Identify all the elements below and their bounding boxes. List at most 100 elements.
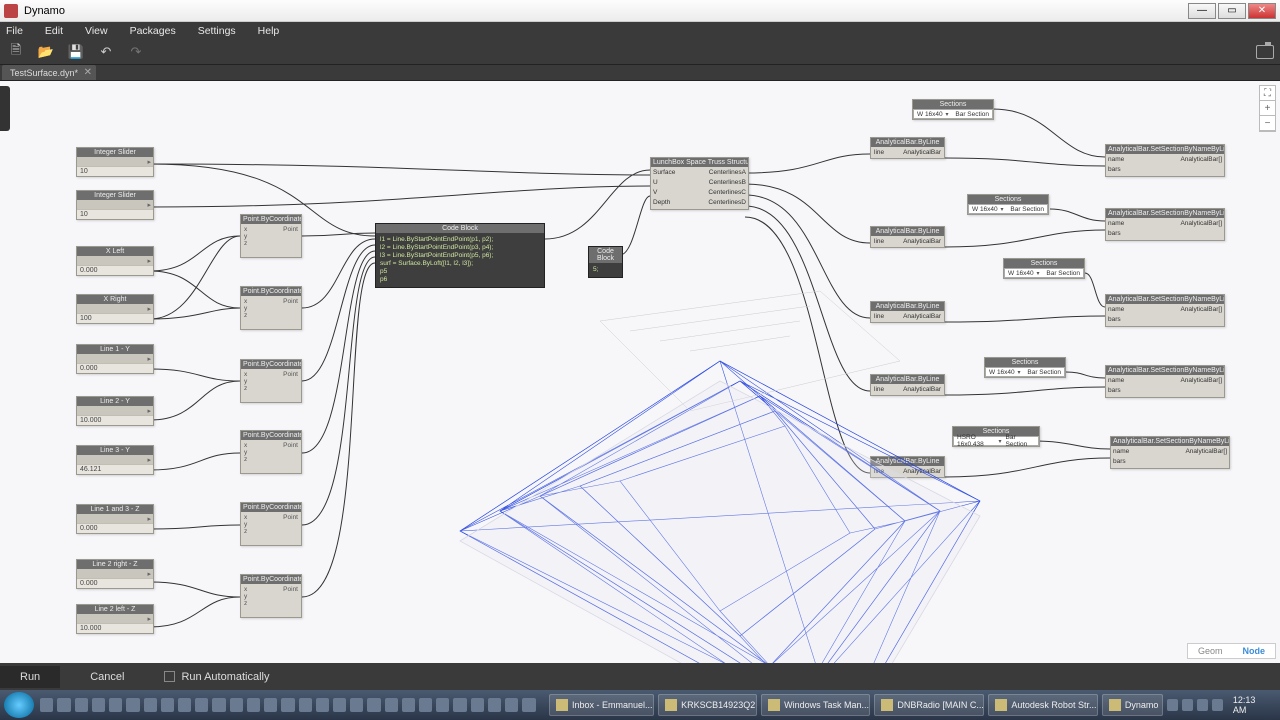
- run-button[interactable]: Run: [0, 666, 60, 688]
- slider-node[interactable]: Line 1 - Y ▸ 0.000: [76, 344, 154, 374]
- undo-icon[interactable]: ↶: [96, 43, 116, 61]
- setsection-node[interactable]: AnalyticalBar.SetSectionByNameByList nam…: [1105, 144, 1225, 177]
- taskbar-pinned-icon[interactable]: [350, 698, 363, 712]
- slider-node[interactable]: Line 2 - Y ▸ 10.000: [76, 396, 154, 426]
- setsection-node[interactable]: AnalyticalBar.SetSectionByNameByList nam…: [1105, 294, 1225, 327]
- taskbar-pinned-icon[interactable]: [436, 698, 449, 712]
- codeblock-content[interactable]: l1 = Line.ByStartPointEndPoint(p1, p2); …: [376, 233, 544, 287]
- point-node[interactable]: Point.ByCoordinates xyzPoint: [240, 286, 302, 330]
- slider-node[interactable]: X Right ▸ 100: [76, 294, 154, 324]
- tray-icon[interactable]: [1197, 699, 1208, 711]
- taskbar-task[interactable]: DNBRadio [MAIN C...: [874, 694, 984, 716]
- setsection-node[interactable]: AnalyticalBar.SetSectionByNameByList nam…: [1105, 208, 1225, 241]
- point-node[interactable]: Point.ByCoordinates xyzPoint: [240, 574, 302, 618]
- point-node[interactable]: Point.ByCoordinates xyzPoint: [240, 430, 302, 474]
- analyticalbar-node[interactable]: AnalyticalBar.ByLine lineAnalyticalBar: [870, 456, 945, 478]
- taskbar-pinned-icon[interactable]: [299, 698, 312, 712]
- menu-help[interactable]: Help: [258, 25, 280, 37]
- slider-node[interactable]: Line 2 left - Z ▸ 10.000: [76, 604, 154, 634]
- taskbar-pinned-icon[interactable]: [505, 698, 518, 712]
- sections-node[interactable]: Sections HSRO 16x0.438▾Bar Section: [952, 426, 1040, 447]
- taskbar-pinned-icon[interactable]: [57, 698, 70, 712]
- taskbar-pinned-icon[interactable]: [385, 698, 398, 712]
- analyticalbar-node[interactable]: AnalyticalBar.ByLine lineAnalyticalBar: [870, 137, 945, 159]
- taskbar-pinned-icon[interactable]: [92, 698, 105, 712]
- sections-node[interactable]: Sections W 16x40▾Bar Section: [967, 194, 1049, 215]
- lunchbox-node[interactable]: LunchBox Space Truss Structure SurfaceCe…: [650, 157, 749, 210]
- zoom-in-icon[interactable]: +: [1260, 101, 1275, 116]
- cancel-button[interactable]: Cancel: [90, 671, 124, 683]
- taskbar-pinned-icon[interactable]: [471, 698, 484, 712]
- tray-icon[interactable]: [1182, 699, 1193, 711]
- taskbar-pinned-icon[interactable]: [109, 698, 122, 712]
- taskbar-pinned-icon[interactable]: [230, 698, 243, 712]
- taskbar-pinned-icon[interactable]: [40, 698, 53, 712]
- sections-node[interactable]: Sections W 16x40▾Bar Section: [912, 99, 994, 120]
- point-node[interactable]: Point.ByCoordinates xyzPoint: [240, 214, 302, 258]
- slider-node[interactable]: Line 1 and 3 - Z ▸ 0.000: [76, 504, 154, 534]
- redo-icon[interactable]: ↷: [126, 43, 146, 61]
- save-file-icon[interactable]: 💾: [66, 43, 86, 61]
- taskbar-task[interactable]: Inbox - Emmanuel...: [549, 694, 654, 716]
- taskbar-pinned-icon[interactable]: [522, 698, 535, 712]
- sections-node[interactable]: Sections W 16x40▾Bar Section: [1003, 258, 1085, 279]
- analyticalbar-node[interactable]: AnalyticalBar.ByLine lineAnalyticalBar: [870, 301, 945, 323]
- zoom-out-icon[interactable]: −: [1260, 116, 1275, 131]
- taskbar-task[interactable]: Autodesk Robot Str...: [988, 694, 1097, 716]
- taskbar-pinned-icon[interactable]: [264, 698, 277, 712]
- taskbar-task[interactable]: Windows Task Man...: [761, 694, 870, 716]
- minimize-button[interactable]: —: [1188, 3, 1216, 19]
- slider-node[interactable]: X Left ▸ 0.000: [76, 246, 154, 276]
- analyticalbar-node[interactable]: AnalyticalBar.ByLine lineAnalyticalBar: [870, 226, 945, 248]
- canvas[interactable]: Integer Slider ▸ 10 Integer Slider ▸ 10 …: [0, 81, 1280, 663]
- taskbar-pinned-icon[interactable]: [316, 698, 329, 712]
- slider-node[interactable]: Integer Slider ▸ 10: [76, 147, 154, 177]
- fit-view-icon[interactable]: ⛶: [1260, 86, 1275, 101]
- slider-node[interactable]: Line 3 - Y ▸ 46.121: [76, 445, 154, 475]
- taskbar-pinned-icon[interactable]: [195, 698, 208, 712]
- taskbar-task[interactable]: Dynamo: [1102, 694, 1163, 716]
- taskbar-pinned-icon[interactable]: [247, 698, 260, 712]
- point-node[interactable]: Point.ByCoordinates xyzPoint: [240, 502, 302, 546]
- menu-edit[interactable]: Edit: [45, 25, 63, 37]
- close-button[interactable]: ✕: [1248, 3, 1276, 19]
- new-file-icon[interactable]: 🗎: [6, 43, 26, 61]
- menu-file[interactable]: File: [6, 25, 23, 37]
- taskbar-pinned-icon[interactable]: [126, 698, 139, 712]
- taskbar-pinned-icon[interactable]: [161, 698, 174, 712]
- taskbar-pinned-icon[interactable]: [144, 698, 157, 712]
- sections-node[interactable]: Sections W 16x40▾Bar Section: [984, 357, 1066, 378]
- toggle-geom[interactable]: Geom: [1188, 644, 1233, 658]
- tab-close-icon[interactable]: ✕: [84, 67, 92, 78]
- analyticalbar-node[interactable]: AnalyticalBar.ByLine lineAnalyticalBar: [870, 374, 945, 396]
- tray-icon[interactable]: [1212, 699, 1223, 711]
- codeblock-content[interactable]: 5;: [589, 263, 622, 277]
- tray-icon[interactable]: [1167, 699, 1178, 711]
- codeblock-node[interactable]: Code Block 5;: [588, 246, 623, 278]
- menu-packages[interactable]: Packages: [130, 25, 176, 37]
- point-node[interactable]: Point.ByCoordinates xyzPoint: [240, 359, 302, 403]
- library-tab[interactable]: [0, 86, 10, 131]
- menu-settings[interactable]: Settings: [198, 25, 236, 37]
- menu-view[interactable]: View: [85, 25, 108, 37]
- start-button[interactable]: [4, 692, 34, 718]
- tab-file[interactable]: TestSurface.dyn* ✕: [2, 65, 96, 80]
- taskbar-pinned-icon[interactable]: [453, 698, 466, 712]
- slider-track[interactable]: ▸: [77, 157, 153, 166]
- screenshot-icon[interactable]: [1256, 45, 1274, 59]
- taskbar-pinned-icon[interactable]: [419, 698, 432, 712]
- setsection-node[interactable]: AnalyticalBar.SetSectionByNameByList nam…: [1105, 365, 1225, 398]
- maximize-button[interactable]: ▭: [1218, 3, 1246, 19]
- taskbar-pinned-icon[interactable]: [402, 698, 415, 712]
- setsection-node[interactable]: AnalyticalBar.SetSectionByNameByList nam…: [1110, 436, 1230, 469]
- taskbar-pinned-icon[interactable]: [367, 698, 380, 712]
- taskbar-pinned-icon[interactable]: [281, 698, 294, 712]
- slider-node[interactable]: Integer Slider ▸ 10: [76, 190, 154, 220]
- taskbar-pinned-icon[interactable]: [212, 698, 225, 712]
- taskbar-pinned-icon[interactable]: [488, 698, 501, 712]
- toggle-node[interactable]: Node: [1233, 644, 1276, 658]
- sections-dropdown[interactable]: W 16x40▾Bar Section: [913, 109, 993, 119]
- taskbar-task[interactable]: KRKSCB14923Q2: [658, 694, 757, 716]
- taskbar-pinned-icon[interactable]: [333, 698, 346, 712]
- taskbar-pinned-icon[interactable]: [75, 698, 88, 712]
